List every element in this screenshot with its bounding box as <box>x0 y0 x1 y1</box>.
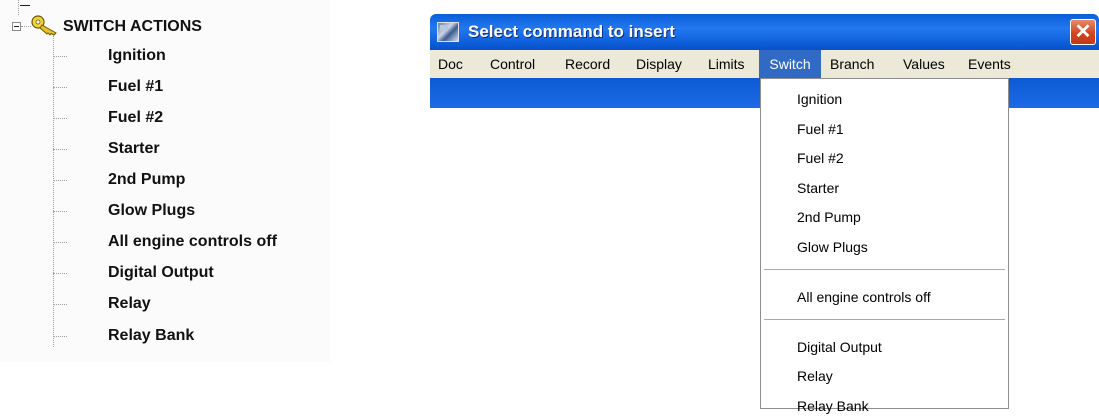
switch-menu-dropdown: Ignition Fuel #1 Fuel #2 Starter 2nd Pump Glo… <box>760 78 1009 414</box>
tree-connector <box>53 118 67 119</box>
tree-item-label: Glow Plugs <box>108 202 196 219</box>
tree-item-label: Relay <box>108 295 151 312</box>
tree-item-label: Fuel #2 <box>108 109 164 126</box>
tree-item-label: Relay Bank <box>108 327 195 344</box>
menu-separator <box>764 319 1005 321</box>
tree-connector <box>53 180 67 181</box>
dropdown-item[interactable]: Digital Output <box>797 337 882 357</box>
select-command-window: Select command to insert ✕ Doc Control Rec… <box>430 14 1099 414</box>
menu-separator <box>764 269 1005 271</box>
tree-root-label[interactable]: SWITCH ACTIONS <box>63 18 202 36</box>
menu-doc[interactable]: Doc <box>438 50 463 78</box>
tree-panel: SWITCH ACTIONS Ignition Fuel #1 Fuel #2 Sta… <box>0 0 330 362</box>
tree-connector <box>20 5 30 6</box>
dropdown-item[interactable]: Relay <box>797 366 833 386</box>
dropdown-item[interactable]: Fuel #2 <box>797 148 844 168</box>
tree-item-label: Ignition <box>108 47 166 64</box>
tree-connector <box>53 35 54 347</box>
menu-control[interactable]: Control <box>490 50 535 78</box>
tree-item-label: Fuel #1 <box>108 78 164 95</box>
menu-branch[interactable]: Branch <box>830 50 874 78</box>
menu-display[interactable]: Display <box>636 50 682 78</box>
menu-values[interactable]: Values <box>903 50 945 78</box>
tree-connector <box>53 87 67 88</box>
tree-item-label: Starter <box>108 140 160 157</box>
menu-limits[interactable]: Limits <box>708 50 745 78</box>
tree-connector <box>53 304 67 305</box>
tree-connector <box>53 211 67 212</box>
dropdown-item[interactable]: All engine controls off <box>797 287 931 307</box>
tree-item-label: Digital Output <box>108 264 214 281</box>
dropdown-item[interactable]: Glow Plugs <box>797 237 868 257</box>
dropdown-item[interactable]: Ignition <box>797 89 842 109</box>
dropdown-item[interactable]: Starter <box>797 178 839 198</box>
tree-item-label: All engine controls off <box>108 233 277 250</box>
dropdown-item[interactable]: 2nd Pump <box>797 207 861 227</box>
tree-item-label: 2nd Pump <box>108 171 186 188</box>
window-title: Select command to insert <box>468 22 675 41</box>
menu-switch[interactable]: Switch <box>759 50 821 78</box>
tree-connector <box>53 336 67 337</box>
tree-connector <box>18 0 19 15</box>
key-icon <box>31 15 57 36</box>
dropdown-item[interactable]: Fuel #1 <box>797 119 844 139</box>
menu-events[interactable]: Events <box>968 50 1011 78</box>
tree-connector <box>53 149 67 150</box>
app-icon <box>437 22 459 42</box>
dropdown-item[interactable]: Relay Bank <box>797 396 869 416</box>
title-bar[interactable]: Select command to insert ✕ <box>430 14 1099 50</box>
menu-record[interactable]: Record <box>565 50 610 78</box>
close-button[interactable]: ✕ <box>1070 19 1096 45</box>
menu-bar: Doc Control Record Display Limits Switch Branc… <box>430 50 1099 78</box>
tree-connector <box>53 56 67 57</box>
tree-connector <box>53 242 67 243</box>
collapse-toggle-icon[interactable] <box>12 22 21 31</box>
tree-connector <box>53 273 67 274</box>
